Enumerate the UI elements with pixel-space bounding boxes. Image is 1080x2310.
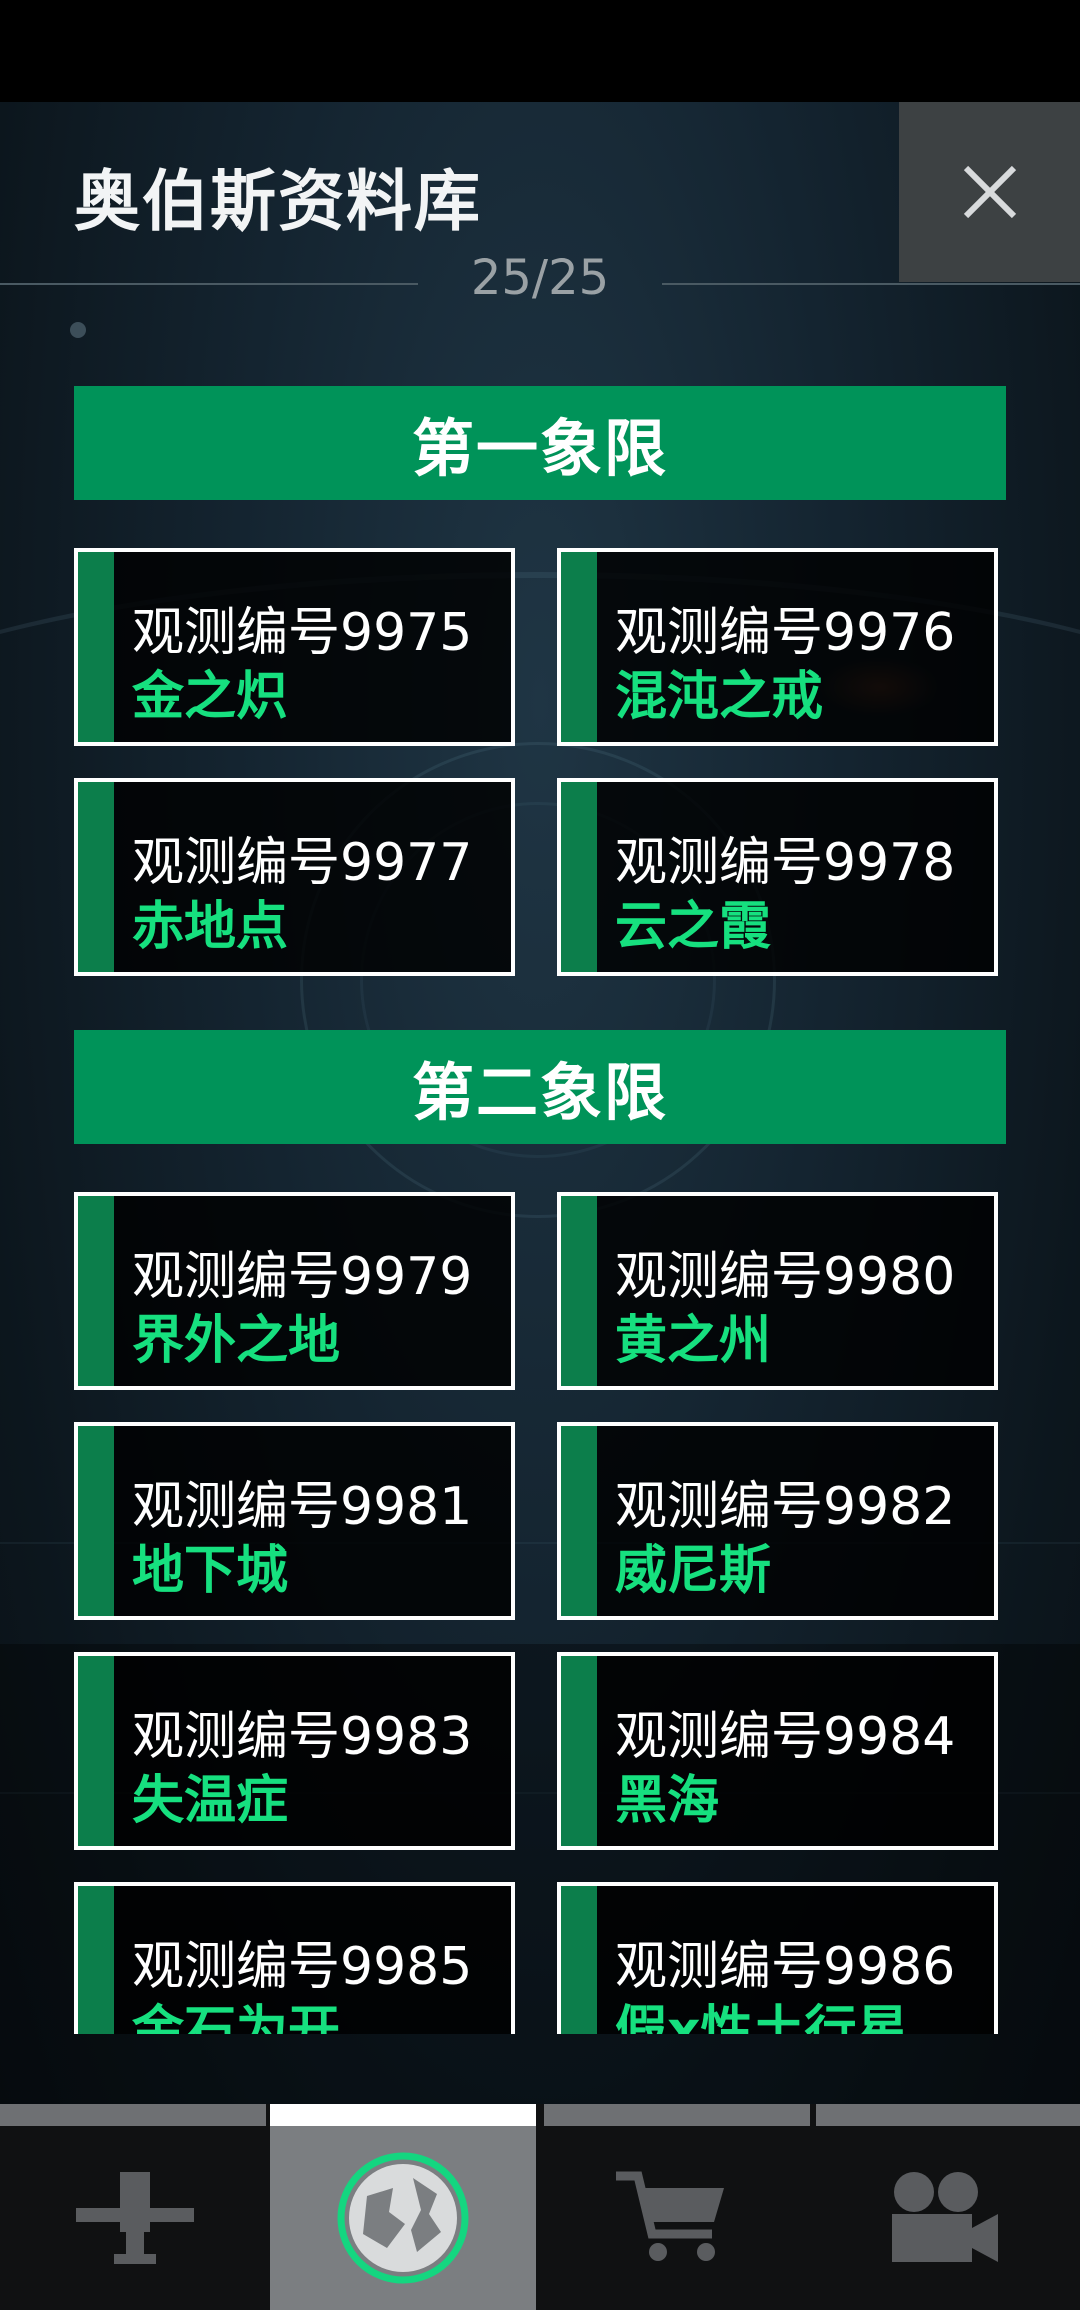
card-accent-stripe (561, 1656, 597, 1846)
card-name: 黑海 (615, 1771, 720, 1831)
card-accent-stripe (561, 1196, 597, 1386)
card-name: 混沌之戒 (615, 667, 824, 727)
card-accent-stripe (78, 1426, 114, 1616)
decorative-dot (70, 322, 86, 338)
observation-list[interactable]: 第一象限 观测编号9975 金之炽 观测编号9976 混沌之戒 观测编号9977… (0, 380, 1080, 2034)
cart-icon (616, 2171, 724, 2261)
observation-card[interactable]: 观测编号9986 假x性土行星 (557, 1882, 998, 2034)
observation-card[interactable]: 观测编号9975 金之炽 (74, 548, 515, 746)
observation-card[interactable]: 观测编号9982 威尼斯 (557, 1422, 998, 1620)
observation-card[interactable]: 观测编号9983 失温症 (74, 1652, 515, 1850)
observation-card[interactable]: 观测编号9978 云之霞 (557, 778, 998, 976)
observation-card[interactable]: 观测编号9985 金石为开 (74, 1882, 515, 2034)
page-counter: 25/25 (470, 250, 610, 306)
card-name: 假x性土行星 (615, 2001, 909, 2034)
tab-tools[interactable] (0, 2126, 270, 2310)
nav-indicator-active (270, 2104, 536, 2126)
card-name: 威尼斯 (615, 1541, 772, 1601)
camera-icon (892, 2172, 998, 2262)
header-divider-left (0, 283, 418, 285)
nav-indicator (816, 2104, 1080, 2126)
observation-card[interactable]: 观测编号9980 黄之州 (557, 1192, 998, 1390)
tool-icon (76, 2172, 194, 2264)
header-divider-right (662, 283, 1080, 285)
card-name: 地下城 (132, 1541, 289, 1601)
tab-shop[interactable] (536, 2126, 808, 2310)
card-accent-stripe (78, 1886, 114, 2034)
nav-indicator (0, 2104, 266, 2126)
close-button[interactable] (899, 102, 1080, 282)
page-title: 奥伯斯资料库 (74, 163, 482, 240)
card-accent-stripe (78, 552, 114, 742)
card-name: 失温症 (132, 1771, 289, 1831)
tab-camera[interactable] (808, 2126, 1080, 2310)
nav-indicator (544, 2104, 810, 2126)
status-bar (0, 0, 1080, 102)
card-accent-stripe (561, 1426, 597, 1616)
observation-card[interactable]: 观测编号9977 赤地点 (74, 778, 515, 976)
card-accent-stripe (561, 1886, 597, 2034)
card-name: 赤地点 (132, 897, 289, 957)
card-accent-stripe (78, 1656, 114, 1846)
card-name: 黄之州 (615, 1311, 772, 1371)
card-name: 云之霞 (615, 897, 772, 957)
section-header-quadrant-2: 第二象限 (74, 1030, 1006, 1144)
bottom-nav (0, 2104, 1080, 2310)
card-accent-stripe (561, 782, 597, 972)
card-accent-stripe (78, 782, 114, 972)
card-accent-stripe (78, 1196, 114, 1386)
tab-planets[interactable] (270, 2126, 536, 2310)
card-accent-stripe (561, 552, 597, 742)
observation-card[interactable]: 观测编号9984 黑海 (557, 1652, 998, 1850)
planet-icon (337, 2152, 469, 2284)
card-name: 金石为开 (132, 2001, 341, 2034)
observation-card[interactable]: 观测编号9981 地下城 (74, 1422, 515, 1620)
close-icon (963, 165, 1016, 219)
observation-card[interactable]: 观测编号9979 界外之地 (74, 1192, 515, 1390)
card-name: 金之炽 (132, 667, 289, 727)
section-header-quadrant-1: 第一象限 (74, 386, 1006, 500)
observation-card[interactable]: 观测编号9976 混沌之戒 (557, 548, 998, 746)
card-name: 界外之地 (132, 1311, 341, 1371)
